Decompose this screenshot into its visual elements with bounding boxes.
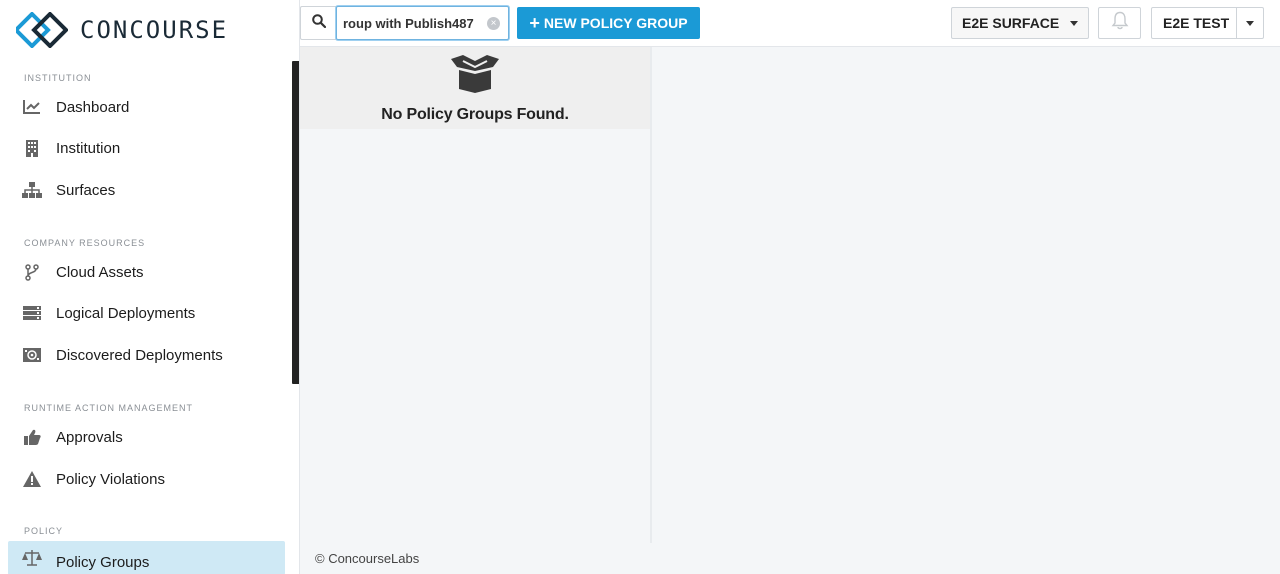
sidebar-item-dashboard[interactable]: Dashboard	[8, 89, 285, 125]
empty-state: No Policy Groups Found.	[300, 47, 650, 129]
caret-down-icon	[1070, 21, 1078, 26]
footer-copyright: © ConcourseLabs	[315, 551, 420, 566]
notifications-button[interactable]	[1098, 7, 1141, 39]
user-dropdown[interactable]: E2E TEST	[1151, 7, 1264, 39]
sidebar-item-label: Policy Groups	[56, 553, 150, 571]
radar-icon	[22, 345, 42, 365]
section-title-institution: INSTITUTION	[24, 73, 92, 83]
sidebar-item-approvals[interactable]: Approvals	[8, 419, 285, 455]
sitemap-icon	[22, 180, 42, 200]
new-policy-group-button[interactable]: + NEW POLICY GROUP	[517, 7, 700, 39]
sidebar-item-label: Cloud Assets	[56, 263, 144, 281]
policy-group-list: No Policy Groups Found.	[300, 47, 652, 543]
surface-dropdown[interactable]: E2E SURFACE	[951, 7, 1089, 39]
sidebar-item-label: Logical Deployments	[56, 304, 196, 322]
sidebar-item-logical-deployments[interactable]: Logical Deployments	[8, 295, 285, 331]
sidebar-item-label: Policy Violations	[56, 470, 165, 488]
sidebar-item-label: Approvals	[56, 428, 123, 446]
top-bar: × + NEW POLICY GROUP E2E SURFACE E2E TES…	[300, 0, 1280, 47]
sidebar-item-label: Institution	[56, 139, 121, 157]
concourse-logo[interactable]: CONCOURSE	[16, 12, 228, 48]
server-icon	[22, 303, 42, 323]
section-title-policy: POLICY	[24, 526, 64, 536]
surface-dropdown-label: E2E SURFACE	[962, 15, 1060, 31]
sidebar-scrollbar[interactable]	[292, 61, 299, 384]
search-icon	[311, 13, 326, 33]
sidebar-item-cloud-assets[interactable]: Cloud Assets	[8, 254, 285, 290]
sidebar-item-policy-groups[interactable]: Policy Groups	[8, 541, 285, 574]
building-icon	[22, 138, 42, 158]
branch-icon	[22, 262, 42, 282]
sidebar-item-surfaces[interactable]: Surfaces	[8, 172, 285, 208]
bell-icon	[1111, 11, 1129, 35]
sidebar: CONCOURSE INSTITUTION Dashboard Institut…	[0, 0, 300, 574]
plus-icon: +	[529, 13, 540, 33]
warning-icon	[22, 469, 42, 489]
sidebar-item-institution[interactable]: Institution	[8, 130, 285, 166]
section-title-company-resources: COMPANY RESOURCES	[24, 238, 146, 248]
sidebar-item-policy-violations[interactable]: Policy Violations	[8, 461, 285, 497]
chart-line-icon	[22, 97, 42, 117]
brand-name: CONCOURSE	[80, 16, 229, 44]
sidebar-item-label: Dashboard	[56, 98, 130, 116]
split-divider	[1236, 8, 1237, 38]
search-button[interactable]	[300, 6, 336, 40]
open-box-icon	[449, 55, 501, 98]
clear-search-icon[interactable]: ×	[487, 17, 500, 30]
caret-down-icon[interactable]	[1246, 21, 1254, 26]
sidebar-item-discovered-deployments[interactable]: Discovered Deployments	[8, 337, 285, 373]
balance-scale-icon	[22, 548, 42, 568]
concourse-logo-icon	[16, 12, 68, 48]
new-policy-group-label: NEW POLICY GROUP	[543, 15, 688, 31]
thumbs-up-icon	[22, 427, 42, 447]
search-input[interactable]	[337, 7, 508, 39]
user-dropdown-label: E2E TEST	[1163, 15, 1230, 31]
section-title-runtime-action-management: RUNTIME ACTION MANAGEMENT	[24, 403, 194, 413]
sidebar-item-label: Discovered Deployments	[56, 346, 223, 364]
sidebar-item-label: Surfaces	[56, 181, 116, 199]
empty-message: No Policy Groups Found.	[381, 106, 569, 123]
search-field: ×	[336, 6, 509, 40]
